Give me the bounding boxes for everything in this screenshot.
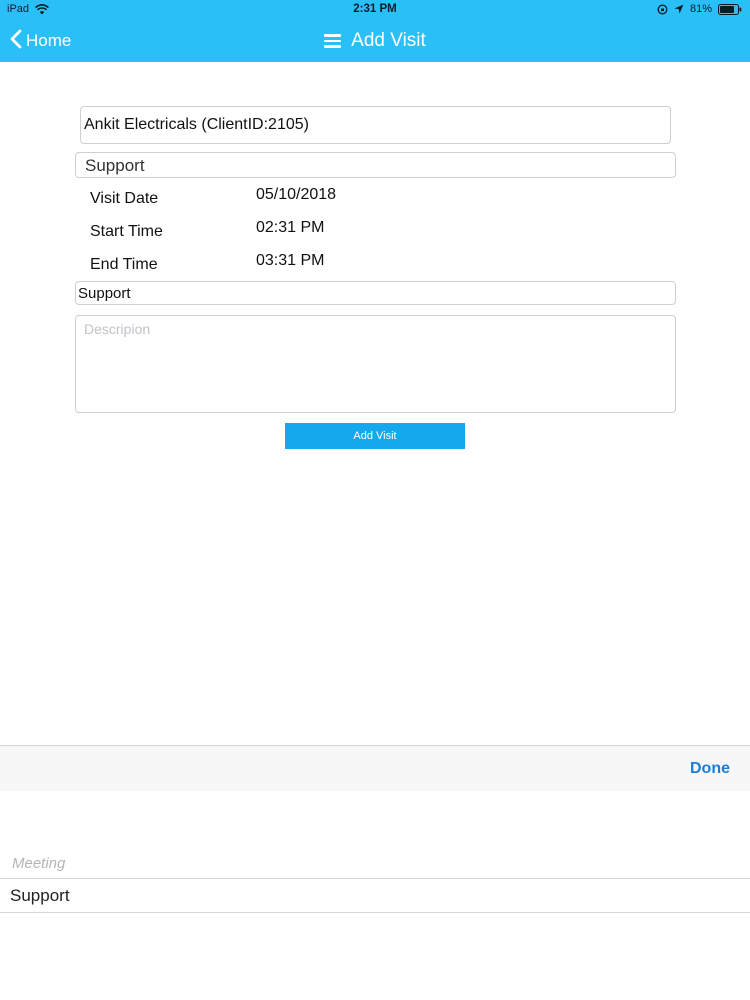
menu-icon[interactable] [324, 31, 342, 51]
option-picker[interactable]: Meeting Support [0, 791, 750, 1000]
end-time-label: End Time [90, 256, 158, 273]
navigation-bar: Home Add Visit [0, 20, 750, 62]
status-time: 2:31 PM [353, 3, 397, 15]
rotation-lock-icon [657, 4, 668, 15]
description-field[interactable]: Descripion [75, 315, 676, 413]
battery-percent: 81% [689, 3, 712, 15]
add-visit-button[interactable]: Add Visit [285, 423, 465, 449]
picker-toolbar: Done [0, 745, 750, 792]
battery-icon [718, 3, 742, 15]
client-field[interactable]: Ankit Electricals (ClientID:2105) [80, 106, 671, 144]
start-time-value[interactable]: 02:31 PM [256, 219, 324, 237]
visit-title-field[interactable]: Support [75, 281, 676, 305]
done-button[interactable]: Done [690, 760, 730, 778]
page-title: Add Visit [351, 30, 426, 51]
visit-type-field[interactable]: Support [75, 152, 676, 178]
status-bar: iPad 2:31 PM 81% [0, 0, 750, 20]
start-time-label: Start Time [90, 223, 163, 240]
visit-date-label: Visit Date [90, 190, 159, 207]
visit-date-value[interactable]: 05/10/2018 [256, 186, 336, 204]
picker-option[interactable]: Meeting [12, 855, 65, 872]
location-arrow-icon [674, 4, 684, 14]
end-time-value[interactable]: 03:31 PM [256, 252, 324, 270]
picker-option-selected[interactable]: Support [10, 886, 70, 906]
picker-divider [0, 878, 750, 879]
picker-divider [0, 912, 750, 913]
top-bar: iPad 2:31 PM 81% Home Add Visit [0, 0, 750, 62]
